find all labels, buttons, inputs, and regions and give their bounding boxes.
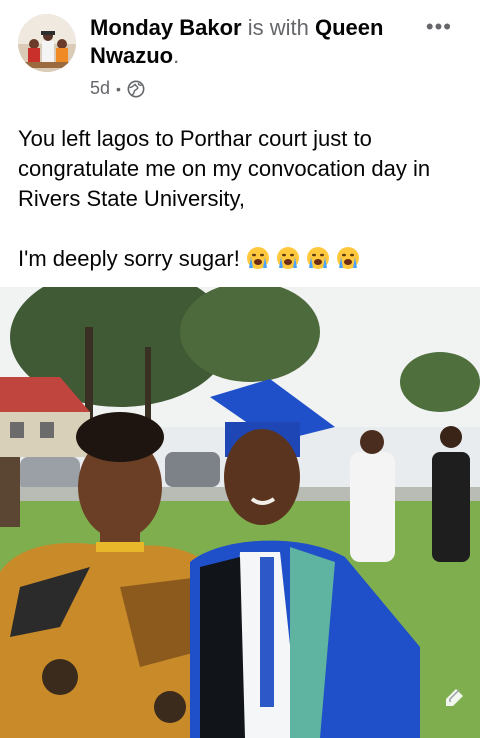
globe-icon[interactable]	[127, 80, 145, 98]
crying-face-icon	[337, 247, 360, 269]
post-header: Monday Bakor is with Queen Nwazuo. 5d • …	[0, 0, 480, 110]
crying-face-icon	[307, 247, 330, 269]
author-avatar[interactable]	[18, 14, 76, 72]
graduation-photo	[0, 287, 480, 738]
post-author-line: Monday Bakor is with Queen Nwazuo.	[90, 14, 410, 70]
crying-face-icon	[277, 247, 300, 269]
crying-emoji-group	[246, 246, 360, 271]
post-time[interactable]: 5d	[90, 78, 110, 99]
author-name[interactable]: Monday Bakor	[90, 15, 242, 40]
edit-arrow-icon[interactable]	[442, 684, 468, 710]
with-text: is with	[247, 15, 309, 40]
meta-separator: •	[116, 80, 121, 97]
caption-paragraph-2-text: I'm deeply sorry sugar!	[18, 246, 240, 271]
post-caption: You left lagos to Porthar court just to …	[18, 124, 466, 274]
more-options-icon[interactable]: •••	[426, 14, 452, 40]
crying-face-icon	[246, 247, 269, 269]
period-text: .	[173, 43, 180, 68]
caption-paragraph-1: You left lagos to Porthar court just to …	[18, 126, 431, 211]
caption-paragraph-2: I'm deeply sorry sugar!	[18, 244, 466, 274]
post-photo[interactable]	[0, 287, 480, 738]
post-meta: 5d •	[90, 78, 145, 99]
